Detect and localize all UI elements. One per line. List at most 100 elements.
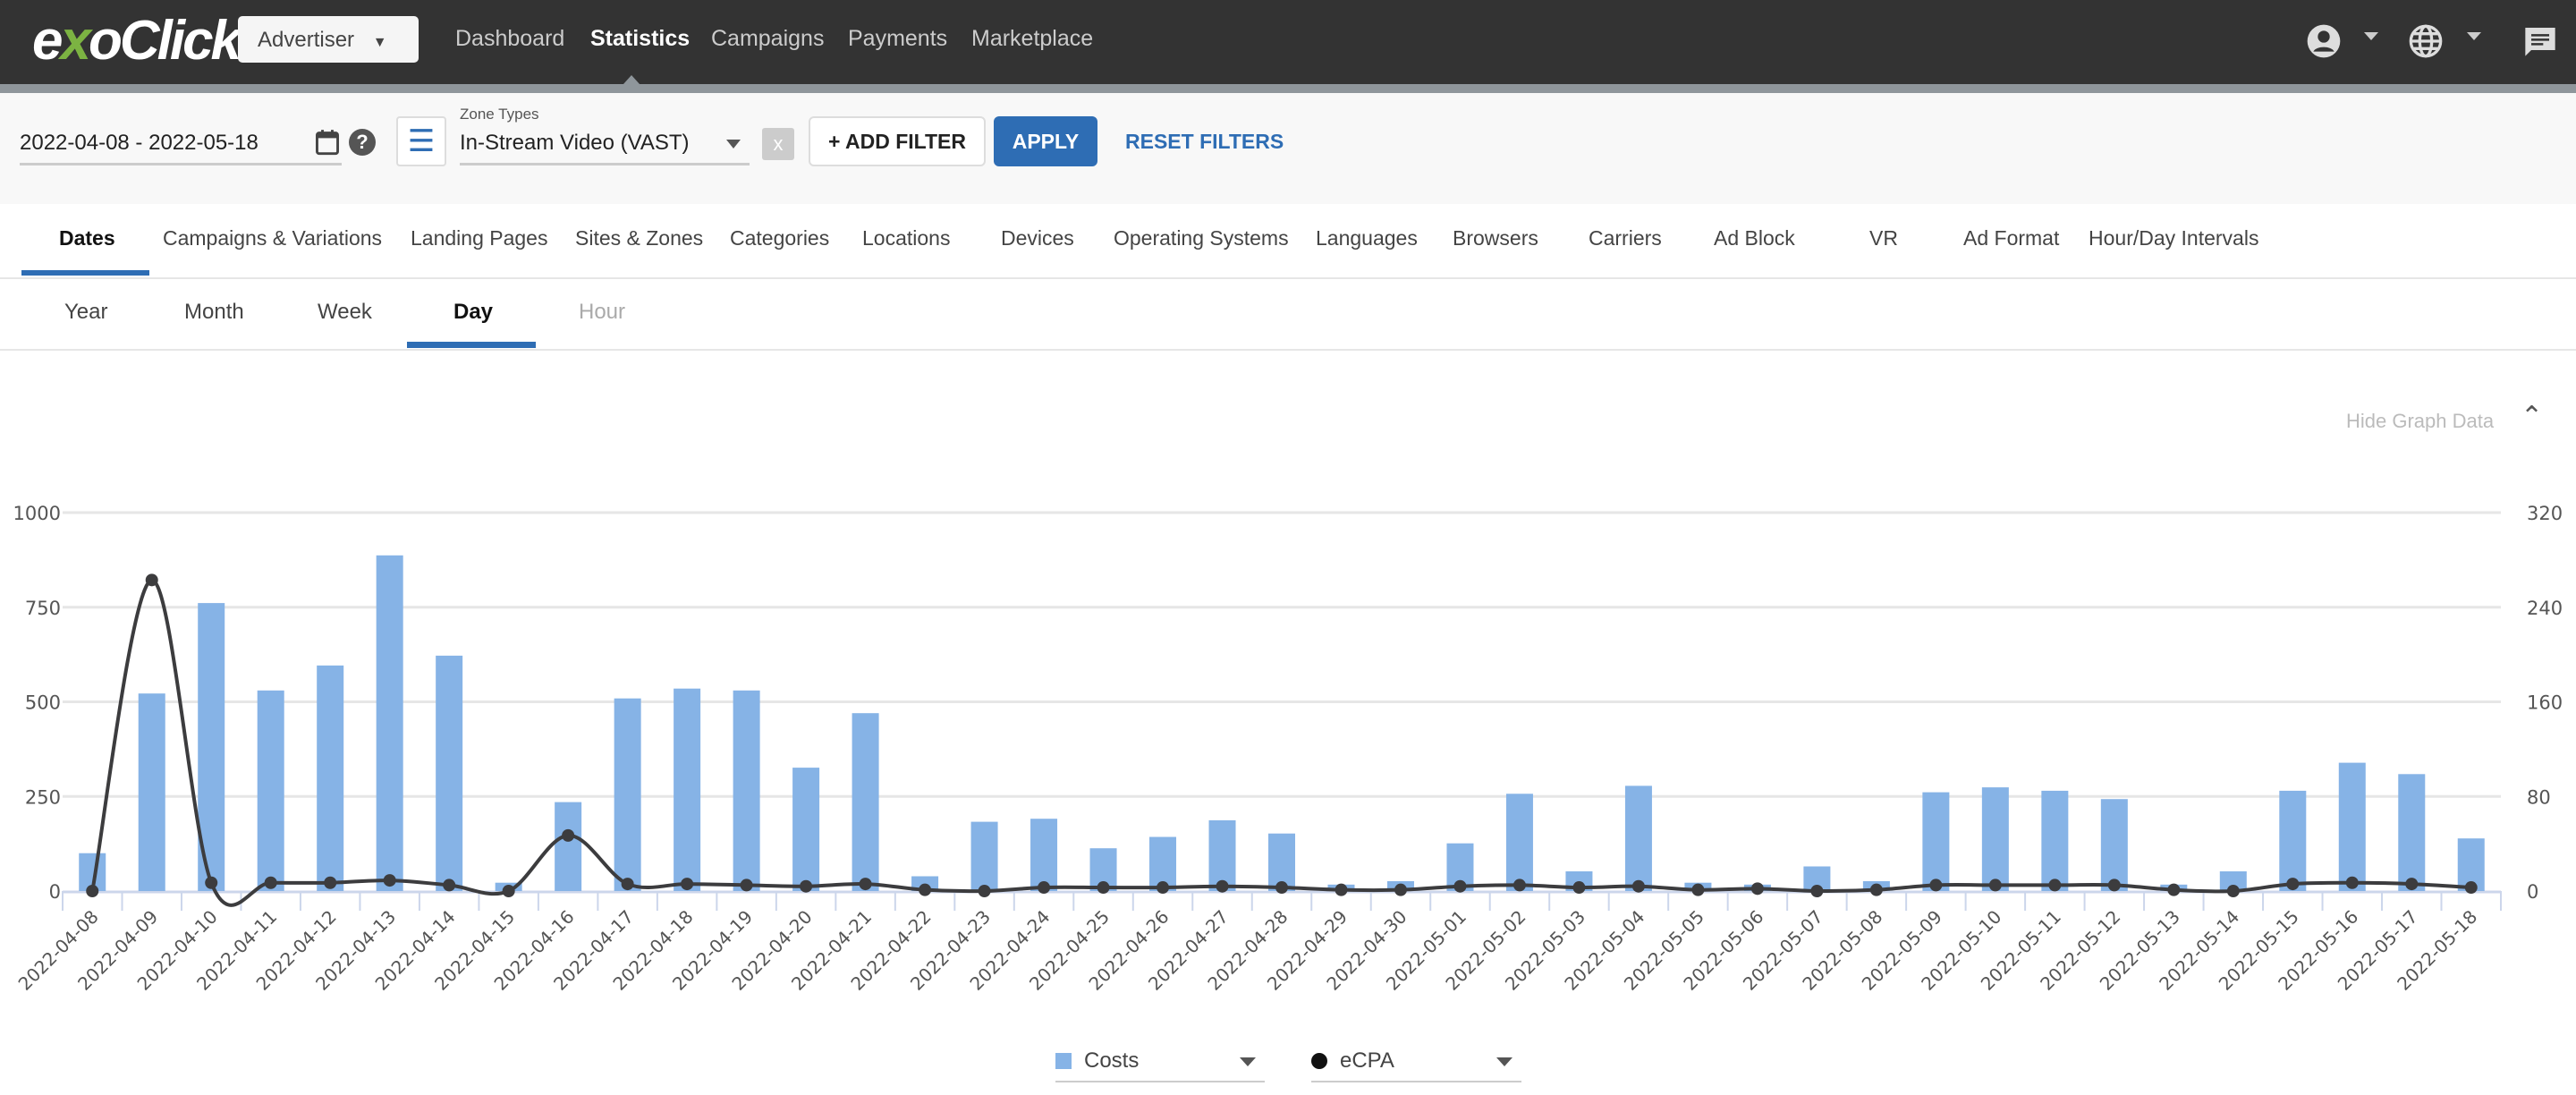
bar-costs-2022-05-16 [2338,762,2366,891]
exoclick-logo[interactable]: exoClick [32,9,242,72]
bar-costs-2022-04-16 [555,802,582,891]
ecpa-point-2022-04-22 [919,883,932,896]
ecpa-point-2022-05-14 [2226,885,2240,897]
tab-vr[interactable]: VR [1869,226,1898,250]
active-subtab-indicator [407,342,536,348]
nav-campaigns[interactable]: Campaigns [711,26,824,52]
tab-landing-pages[interactable]: Landing Pages [411,226,547,250]
tab-locations[interactable]: Locations [862,226,950,250]
nav-statistics[interactable]: Statistics [590,26,690,52]
left-axis-tick: 1000 [13,503,61,524]
ecpa-point-2022-05-09 [1929,879,1943,892]
bar-costs-2022-05-02 [1505,794,1533,891]
tab-languages[interactable]: Languages [1316,226,1418,250]
bar-costs-2022-05-11 [2041,790,2069,891]
legend-costs-select[interactable]: Costs [1055,1043,1265,1082]
ecpa-point-2022-05-11 [2048,879,2062,892]
tab-ad-format[interactable]: Ad Format [1963,226,2059,250]
user-menu-caret-icon[interactable] [2364,32,2378,40]
account-type-dropdown[interactable]: Advertiser ▼ [238,16,419,63]
tabs-divider [0,277,2576,279]
ecpa-point-2022-05-15 [2286,878,2300,891]
zone-types-select[interactable]: In-Stream Video (VAST) [460,131,750,166]
ecpa-point-2022-04-11 [264,876,277,889]
add-filter-button[interactable]: + ADD FILTER [809,116,986,166]
chevron-down-icon [1496,1057,1513,1066]
ecpa-point-2022-05-04 [1631,879,1645,893]
date-range-input[interactable]: 2022-04-08 - 2022-05-18 [20,131,342,166]
tab-ad-block[interactable]: Ad Block [1714,226,1795,250]
ecpa-point-2022-04-19 [740,879,753,892]
help-icon[interactable]: ? [349,129,376,156]
bar-costs-2022-05-10 [1981,787,2009,891]
tab-sites-zones[interactable]: Sites & Zones [575,226,703,250]
legend-costs-label: Costs [1084,1048,1140,1073]
bar-costs-2022-04-19 [733,690,760,891]
navbar-stripe [0,84,2576,93]
bar-costs-2022-04-23 [970,821,998,891]
subtab-year[interactable]: Year [64,300,108,325]
ecpa-point-2022-04-23 [978,885,991,897]
ecpa-point-2022-05-01 [1453,879,1467,893]
ecpa-point-2022-04-27 [1216,879,1229,893]
legend-ecpa-label: eCPA [1340,1048,1394,1073]
ecpa-point-2022-04-13 [383,874,396,887]
user-icon[interactable] [2306,23,2342,67]
bar-costs-2022-04-21 [852,713,879,891]
tab-operating-systems[interactable]: Operating Systems [1114,226,1289,250]
tab-carriers[interactable]: Carriers [1589,226,1662,250]
nav-marketplace[interactable]: Marketplace [971,26,1093,52]
bar-costs-2022-04-09 [138,693,165,891]
left-axis-tick: 250 [25,786,61,808]
filter-settings-button[interactable]: ☰ [396,116,446,166]
right-axis-tick: 0 [2527,881,2538,903]
calendar-icon[interactable] [315,129,340,160]
subtab-week[interactable]: Week [318,300,372,325]
ecpa-point-2022-04-10 [205,876,218,889]
bar-costs-2022-04-17 [614,698,641,891]
ecpa-point-2022-04-25 [1097,881,1110,895]
zone-types-value: In-Stream Video (VAST) [460,131,690,155]
subtab-day[interactable]: Day [453,300,493,325]
bar-costs-2022-04-11 [257,690,284,891]
ecpa-point-2022-05-03 [1572,881,1586,895]
apply-button[interactable]: APPLY [994,116,1097,166]
language-caret-icon[interactable] [2467,32,2481,40]
ecpa-point-2022-04-24 [1038,881,1051,895]
tab-dates[interactable]: Dates [59,226,115,250]
ecpa-point-2022-04-20 [800,879,813,893]
account-type-label: Advertiser [258,28,355,52]
right-axis-tick: 240 [2527,598,2563,619]
tab-categories[interactable]: Categories [730,226,829,250]
active-tab-indicator [21,270,149,276]
clear-zone-filter-button[interactable]: x [762,128,794,160]
legend-ecpa-select[interactable]: eCPA [1311,1043,1521,1082]
chevron-up-icon[interactable]: ⌃ [2521,401,2543,432]
ecpa-point-2022-05-08 [1869,883,1883,896]
globe-icon[interactable] [2408,23,2444,67]
tab-campaigns-variations[interactable]: Campaigns & Variations [163,226,382,250]
nav-payments[interactable]: Payments [848,26,947,52]
hide-graph-data-link[interactable]: Hide Graph Data [2346,410,2494,433]
nav-dashboard[interactable]: Dashboard [455,26,564,52]
subtab-month[interactable]: Month [184,300,244,325]
tab-browsers[interactable]: Browsers [1453,226,1538,250]
reset-filters-link[interactable]: RESET FILTERS [1125,130,1284,154]
bar-costs-2022-05-09 [1922,792,1950,891]
ecpa-point-2022-04-18 [681,878,694,891]
ecpa-point-2022-04-26 [1157,881,1170,895]
right-axis-tick: 80 [2527,786,2551,808]
sliders-icon: ☰ [407,124,436,158]
ecpa-point-2022-04-09 [145,573,158,587]
ecpa-point-2022-05-07 [1810,885,1824,897]
ecpa-point-2022-04-28 [1275,881,1288,895]
ecpa-point-2022-05-12 [2107,879,2121,892]
bar-costs-2022-05-04 [1624,785,1652,891]
tab-devices[interactable]: Devices [1001,226,1074,250]
active-nav-indicator [623,75,640,84]
bar-costs-2022-04-13 [376,555,403,891]
chevron-down-icon [726,140,741,149]
ecpa-point-2022-04-29 [1335,883,1348,896]
tab-hour-day-intervals[interactable]: Hour/Day Intervals [2089,226,2258,250]
chat-icon[interactable] [2522,23,2558,67]
